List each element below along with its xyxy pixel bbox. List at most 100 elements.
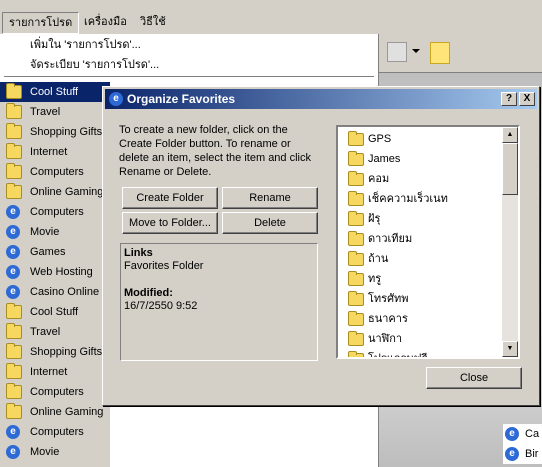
favorites-list-item[interactable]: e Casino Online — [0, 282, 104, 302]
close-icon[interactable]: X — [519, 92, 535, 106]
ie-icon: e — [505, 447, 519, 461]
browser-toolbar — [378, 34, 542, 73]
page-icon[interactable] — [387, 42, 407, 62]
ie-icon: e — [6, 265, 20, 279]
favorites-list-item[interactable]: Online Gaming — [0, 182, 104, 202]
chevron-down-icon[interactable] — [412, 49, 420, 53]
folder-label: ถ้าน — [368, 253, 389, 265]
menu-help[interactable]: วิธีใช้ — [134, 12, 172, 32]
menu-tools[interactable]: เครื่องมือ — [78, 12, 133, 32]
favorites-list-item[interactable]: Shopping Gifts — [0, 342, 104, 362]
favorites-item-label: Web Hosting — [30, 266, 93, 278]
favorites-item-label: Casino Online — [30, 286, 100, 298]
favorites-list-item[interactable]: e Movie — [0, 442, 104, 462]
create-folder-button[interactable]: Create Folder — [122, 187, 218, 209]
organize-favorites-dialog: e Organize Favorites ? X To create a new… — [102, 86, 540, 406]
item-info-panel: Links Favorites Folder Modified: 16/7/25… — [120, 243, 318, 361]
favorites-item-label: Online Gaming — [30, 406, 104, 418]
favorites-list-item[interactable]: Computers — [0, 162, 104, 182]
menu-favorites[interactable]: รายการโปรด — [2, 12, 80, 34]
folder-icon — [6, 343, 22, 359]
favorites-item-label: Travel — [30, 326, 61, 338]
favorites-item-label: Games — [30, 246, 66, 258]
folder-label: โปรแกรมฟรี — [368, 353, 428, 359]
folder-label: นาฬิกา — [368, 333, 403, 345]
folder-icon — [348, 151, 364, 166]
folder-label: ดาวเทียม — [368, 233, 413, 245]
ie-icon: e — [505, 427, 519, 441]
close-button[interactable]: Close — [426, 367, 522, 389]
folder-icon — [6, 383, 22, 399]
folder-icon — [6, 183, 22, 199]
favorites-list-item[interactable]: Internet — [0, 362, 104, 382]
info-type: Favorites Folder — [124, 260, 204, 272]
folder-icon — [348, 291, 364, 306]
right-list-item[interactable]: e Ca — [503, 424, 542, 444]
favorites-list-item[interactable]: Travel — [0, 102, 104, 122]
folder-icon — [348, 211, 364, 226]
favorites-list-item[interactable]: Online Gaming — [0, 402, 104, 422]
rename-button[interactable]: Rename — [222, 187, 318, 209]
folder-icon — [6, 363, 22, 379]
favorites-list-item[interactable]: e Games — [0, 242, 104, 262]
menubar: รายการโปรด เครื่องมือ วิธีใช้ — [0, 0, 542, 34]
folder-icon — [348, 131, 364, 146]
favorites-list-item[interactable]: e Movie — [0, 222, 104, 242]
folder-label: โทรศัทพ — [368, 293, 409, 305]
move-to-folder-button[interactable]: Move to Folder... — [122, 212, 218, 234]
scroll-thumb[interactable] — [502, 143, 518, 195]
vertical-scrollbar[interactable]: ▲ ▼ — [502, 127, 518, 357]
folder-label: ฝัรุ — [368, 213, 381, 225]
help-button[interactable]: ? — [501, 92, 517, 106]
note-icon[interactable] — [430, 42, 450, 64]
favorites-list-item[interactable]: Travel — [0, 322, 104, 342]
favorites-list-item[interactable]: Cool Stuff — [0, 82, 110, 102]
folder-label: ทรู — [368, 273, 382, 285]
folder-icon — [6, 103, 22, 119]
scroll-down-icon[interactable]: ▼ — [502, 341, 518, 357]
favorites-item-label: Computers — [30, 206, 84, 218]
scroll-up-icon[interactable]: ▲ — [502, 127, 518, 143]
folder-label: GPS — [368, 133, 392, 145]
ie-icon: e — [6, 445, 20, 459]
favorites-item-label: Travel — [30, 106, 61, 118]
ie-icon: e — [6, 285, 20, 299]
ie-icon: e — [109, 92, 123, 106]
favorites-item-label: Computers — [30, 386, 84, 398]
add-to-favorites-item[interactable]: เพิ่มใน 'รายการโปรด'... — [30, 36, 141, 54]
folder-icon — [348, 231, 364, 246]
dialog-title: Organize Favorites — [127, 92, 236, 106]
dialog-titlebar[interactable]: e Organize Favorites ? X — [105, 89, 537, 109]
favorites-list-item[interactable]: Internet — [0, 142, 104, 162]
favorites-list-item[interactable]: Computers — [0, 382, 104, 402]
folder-icon — [348, 351, 364, 357]
folder-icon — [348, 191, 364, 206]
favorites-item-label: Shopping Gifts — [30, 346, 103, 358]
delete-button[interactable]: Delete — [222, 212, 318, 234]
folders-listbox[interactable]: GPS James คอม เช็คความเร็วเนท ฝัรุ ดาวเทียม ถ้… — [336, 125, 520, 359]
favorites-list-item[interactable]: e Computers — [0, 422, 104, 442]
favorites-item-label: Movie — [30, 446, 60, 458]
ie-icon: e — [6, 425, 20, 439]
favorites-list-item[interactable]: e Web Hosting — [0, 262, 104, 282]
ie-icon: e — [6, 245, 20, 259]
favorites-item-label: Cool Stuff — [30, 306, 79, 318]
favorites-item-label: Movie — [30, 226, 60, 238]
favorites-item-label: Shopping Gifts — [30, 126, 103, 138]
favorites-list-item[interactable]: e Computers — [0, 202, 104, 222]
folder-label: เช็คความเร็วเนท — [368, 193, 448, 205]
favorites-item-label: Computers — [30, 166, 84, 178]
folder-icon — [348, 171, 364, 186]
favorites-list-item[interactable]: Cool Stuff — [0, 302, 104, 322]
folder-icon — [6, 123, 22, 139]
folder-icon — [6, 143, 22, 159]
right-list-item[interactable]: e Bir — [503, 444, 542, 464]
menu-separator — [4, 76, 374, 78]
favorites-list-item[interactable]: Shopping Gifts — [0, 122, 104, 142]
folder-icon — [6, 163, 22, 179]
favorites-item-label: Internet — [30, 146, 68, 158]
organize-favorites-item[interactable]: จัดระเบียบ 'รายการโปรด'... — [30, 56, 159, 74]
folder-icon — [348, 251, 364, 266]
folder-label: ธนาคาร — [368, 313, 408, 325]
ie-icon: e — [6, 205, 20, 219]
